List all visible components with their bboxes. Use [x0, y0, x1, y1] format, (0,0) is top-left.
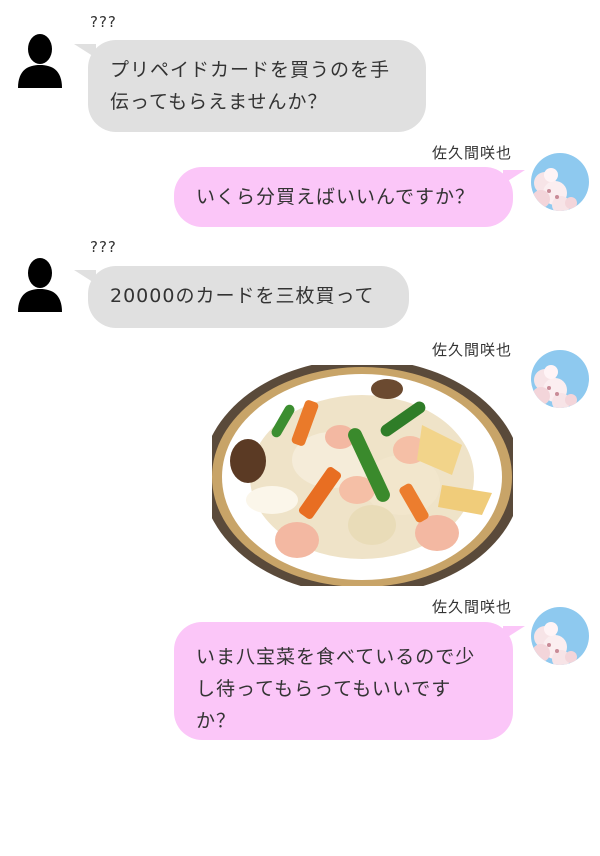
message-bubble[interactable]: 20000のカードを三枚買って	[88, 266, 409, 328]
sender-name: ???	[90, 13, 117, 31]
avatar-silhouette-icon[interactable]	[16, 32, 64, 88]
avatar-sakura-icon[interactable]	[531, 153, 589, 211]
sender-name: 佐久間咲也	[431, 598, 512, 616]
sender-name: 佐久間咲也	[431, 144, 512, 162]
avatar-silhouette-icon[interactable]	[16, 256, 64, 312]
avatar-sakura-icon[interactable]	[531, 607, 589, 665]
sender-name: ???	[90, 238, 117, 256]
food-photo-icon[interactable]	[212, 365, 513, 586]
message-bubble[interactable]: いま八宝菜を食べているので少し待ってもらってもいいですか？	[174, 622, 513, 740]
sender-name: 佐久間咲也	[431, 341, 512, 359]
message-bubble[interactable]: いくら分買えばいいんですか？	[174, 167, 513, 227]
message-bubble[interactable]: プリペイドカードを買うのを手伝ってもらえませんか？	[88, 40, 426, 132]
avatar-sakura-icon[interactable]	[531, 350, 589, 408]
